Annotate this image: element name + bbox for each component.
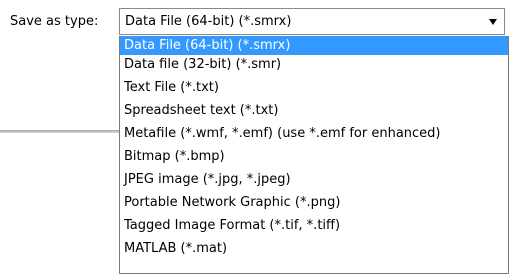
- file-type-option[interactable]: Portable Network Graphic (*.png): [120, 193, 508, 212]
- panel-divider: [0, 130, 119, 133]
- file-type-option[interactable]: Spreadsheet text (*.txt): [120, 101, 508, 120]
- file-type-option[interactable]: Data File (64-bit) (*.smrx): [120, 36, 508, 55]
- file-type-option[interactable]: Metafile (*.wmf, *.emf) (use *.emf for e…: [120, 124, 508, 143]
- file-type-dropdown-list[interactable]: Data File (64-bit) (*.smrx) Data file (3…: [119, 36, 509, 274]
- file-type-option[interactable]: JPEG image (*.jpg, *.jpeg): [120, 170, 508, 189]
- file-type-option[interactable]: MATLAB (*.mat): [120, 239, 508, 258]
- file-type-option[interactable]: Data file (32-bit) (*.smr): [120, 55, 508, 74]
- chevron-down-icon[interactable]: [489, 19, 497, 25]
- save-dialog-fragment: Save as type: Data File (64-bit) (*.smrx…: [0, 0, 509, 274]
- file-type-option[interactable]: Tagged Image Format (*.tif, *.tiff): [120, 216, 508, 235]
- save-as-type-select[interactable]: Data File (64-bit) (*.smrx): [119, 8, 505, 35]
- save-as-type-label: Save as type:: [10, 14, 99, 29]
- file-type-option[interactable]: Bitmap (*.bmp): [120, 147, 508, 166]
- file-type-option[interactable]: Text File (*.txt): [120, 78, 508, 97]
- selected-file-type: Data File (64-bit) (*.smrx): [125, 14, 292, 29]
